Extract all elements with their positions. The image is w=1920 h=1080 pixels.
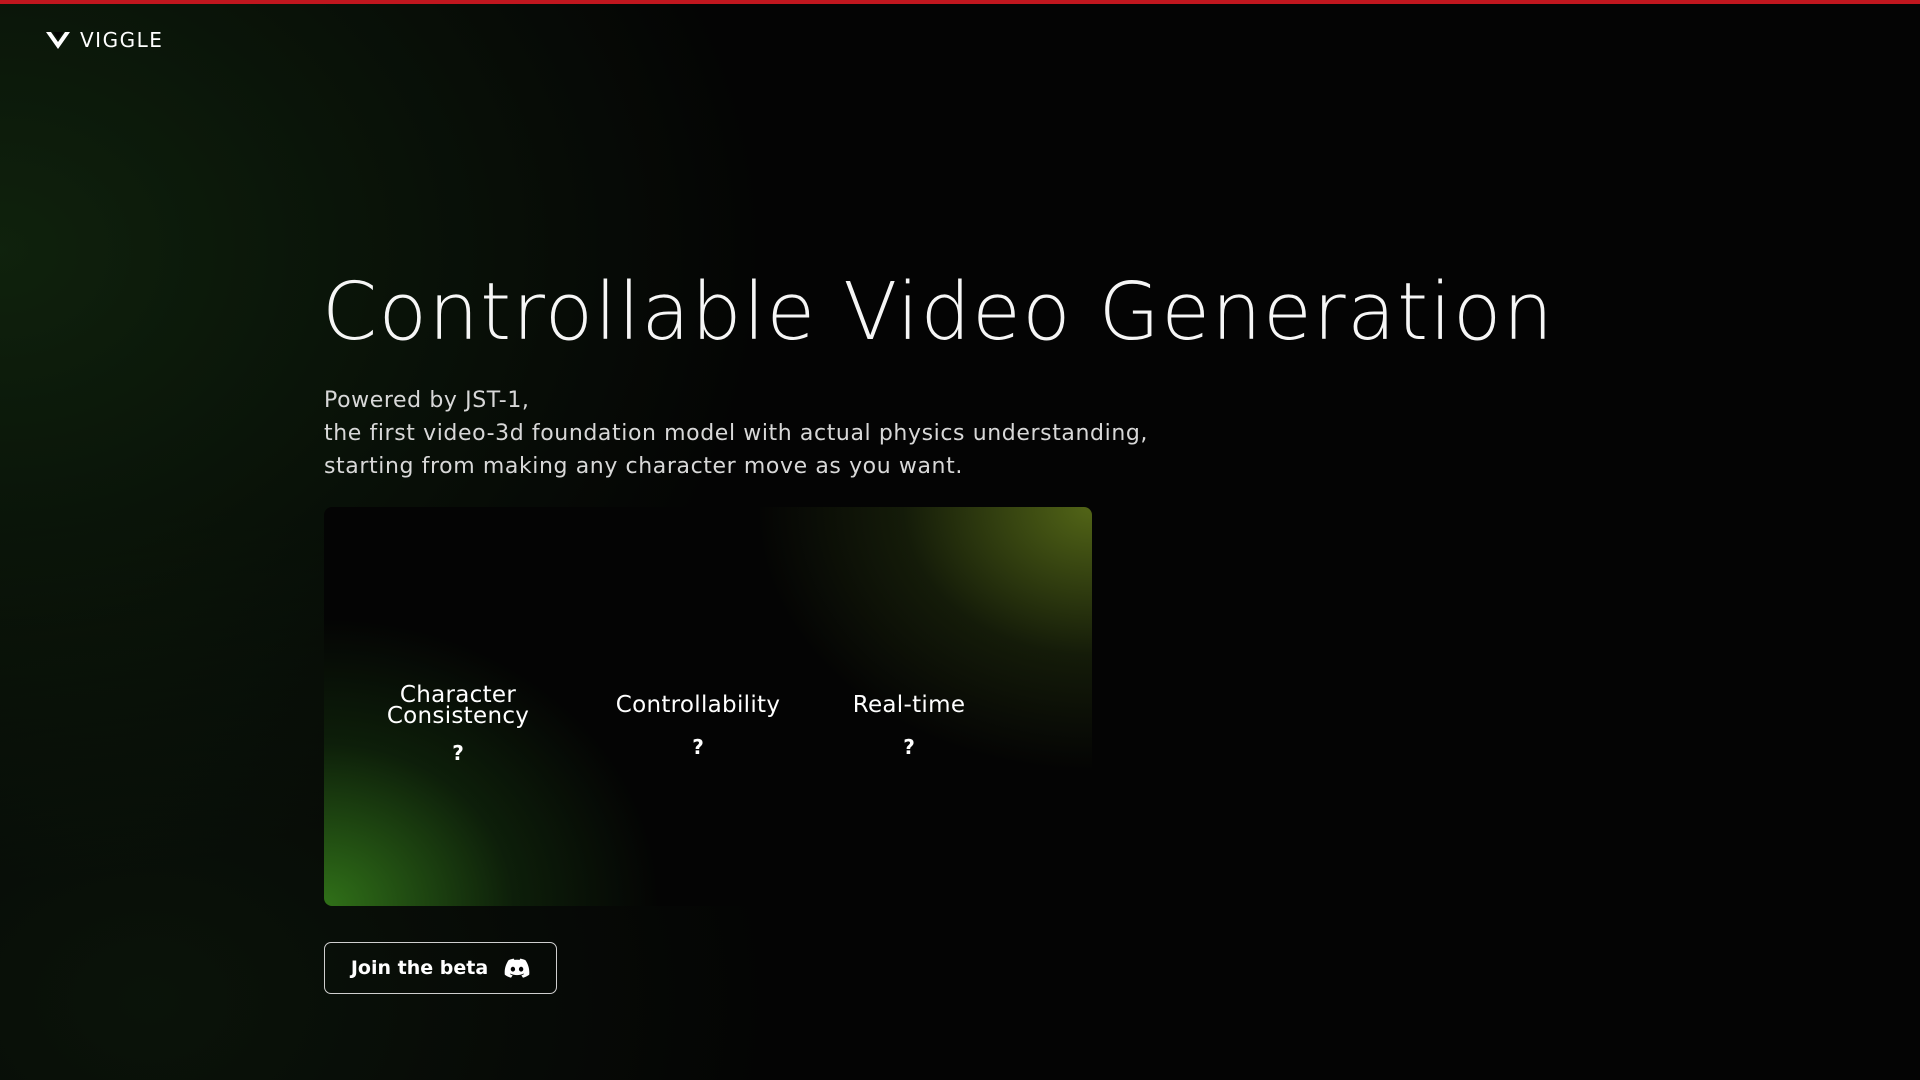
subtitle-line: Powered by JST-1, xyxy=(324,388,530,413)
viggle-logo-link[interactable]: VIGGLE xyxy=(44,28,163,52)
subtitle-line: starting from making any character move … xyxy=(324,454,963,479)
feature-controllability[interactable]: Controllability ? xyxy=(596,692,800,760)
discord-icon xyxy=(504,958,530,978)
top-accent-bar xyxy=(0,0,1920,4)
feature-label: Character Consistency xyxy=(368,684,548,729)
hero-subtitle: Powered by JST-1, the first video-3d fou… xyxy=(324,384,1148,483)
feature-character-consistency[interactable]: Character Consistency ? xyxy=(368,684,548,766)
page-title: Controllable Video Generation xyxy=(322,266,1555,358)
feature-label: Controllability xyxy=(596,692,800,718)
feature-card: Character Consistency ? Controllability … xyxy=(324,507,1092,906)
join-beta-label: Join the beta xyxy=(350,957,489,979)
feature-label: Real-time xyxy=(834,692,984,718)
feature-question-mark: ? xyxy=(452,741,464,765)
feature-question-mark: ? xyxy=(692,735,704,759)
feature-label-line: Real-time xyxy=(852,692,966,718)
subtitle-line: the first video-3d foundation model with… xyxy=(324,421,1149,446)
feature-label-line: Controllability xyxy=(615,692,781,718)
join-beta-button[interactable]: Join the beta xyxy=(324,942,557,994)
feature-label-line: Consistency xyxy=(386,703,530,729)
feature-real-time[interactable]: Real-time ? xyxy=(834,692,984,760)
logo-text: VIGGLE xyxy=(80,28,164,52)
viggle-v-logo-icon xyxy=(46,32,70,49)
feature-question-mark: ? xyxy=(903,735,915,759)
